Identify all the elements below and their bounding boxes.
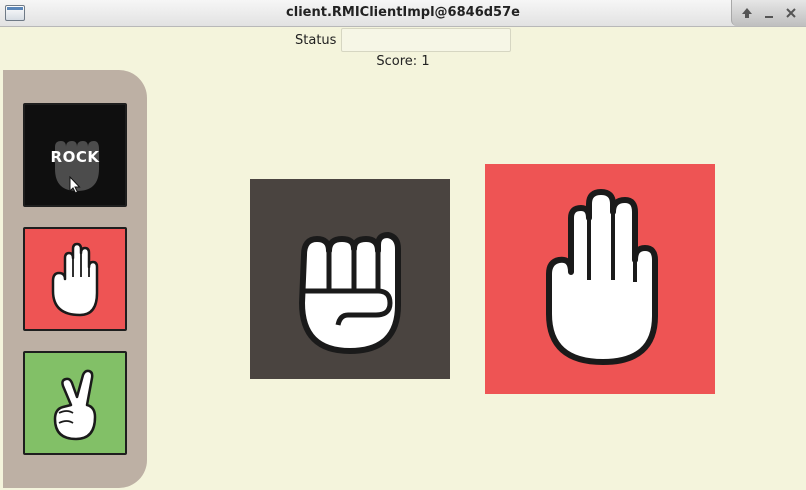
score-label: Score: 1 <box>376 54 430 69</box>
status-label: Status <box>295 33 337 48</box>
status-field <box>341 28 511 52</box>
window-controls <box>731 0 806 26</box>
mouse-cursor-icon <box>69 176 81 194</box>
open-hand-icon <box>546 189 658 365</box>
maximize-icon[interactable] <box>738 5 756 21</box>
player-choice-card <box>250 179 450 379</box>
rock-label: ROCK <box>50 148 100 166</box>
open-hand-icon <box>51 242 99 317</box>
minimize-icon[interactable] <box>760 5 778 21</box>
close-icon[interactable] <box>782 5 800 21</box>
paper-button[interactable] <box>23 227 127 331</box>
title-bar[interactable]: client.RMIClientImpl@6846d57e <box>0 0 806 27</box>
window-title: client.RMIClientImpl@6846d57e <box>286 5 520 20</box>
peace-hand-icon <box>53 369 97 441</box>
opponent-choice-card <box>485 164 715 394</box>
scissors-button[interactable] <box>23 351 127 455</box>
fist-icon <box>299 232 401 354</box>
